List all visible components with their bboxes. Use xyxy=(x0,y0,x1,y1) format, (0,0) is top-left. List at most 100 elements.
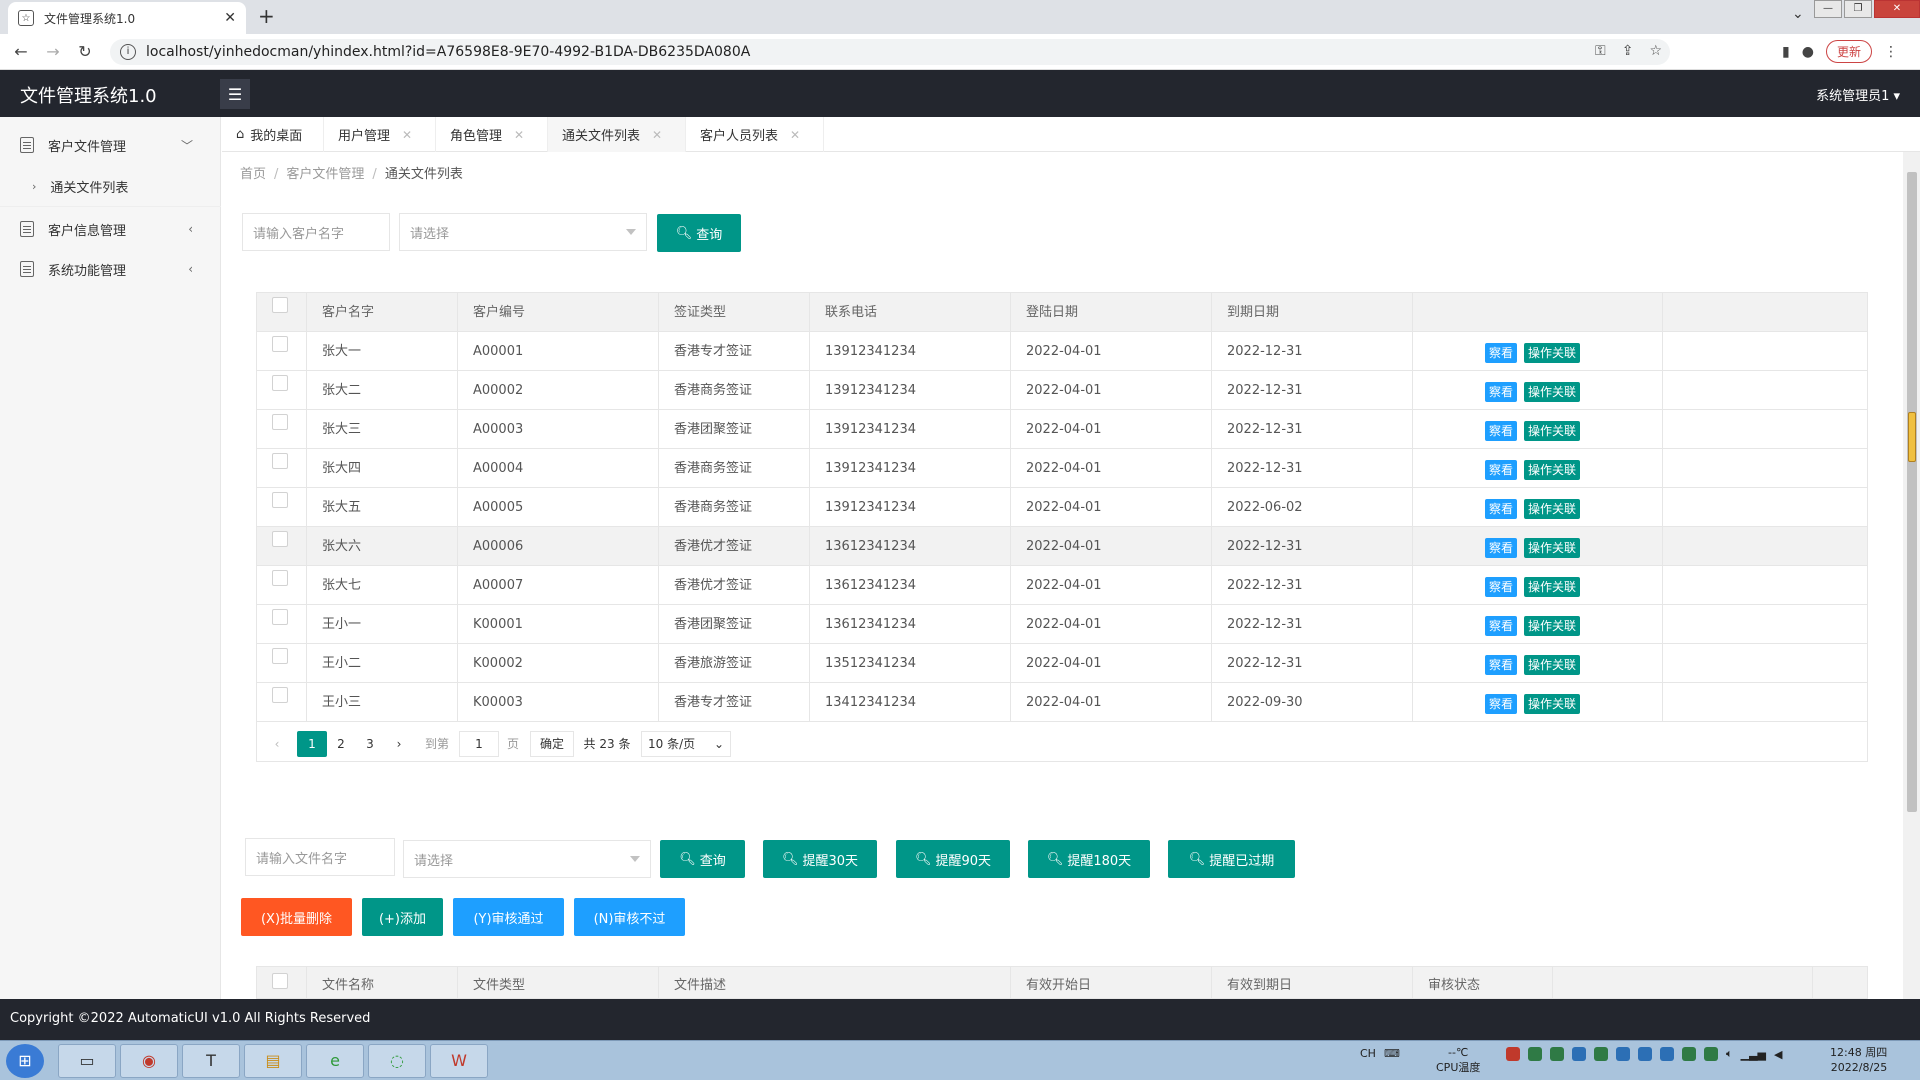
key-icon[interactable]: ⚿ xyxy=(1595,43,1606,59)
page-2[interactable]: 2 xyxy=(331,731,351,757)
minimize-icon[interactable]: — xyxy=(1814,0,1842,18)
row-checkbox[interactable] xyxy=(272,414,288,430)
reject-button[interactable]: (N)审核不过 xyxy=(574,898,685,936)
bluetooth-icon[interactable] xyxy=(1572,1047,1586,1061)
table-row[interactable]: 王小三 K00003 香港专才签证 13412341234 2022-04-01 2022… xyxy=(257,683,1867,722)
start-button[interactable]: ⊞ xyxy=(6,1044,44,1078)
share-icon[interactable]: ⇪ xyxy=(1622,43,1634,59)
profile-icon[interactable]: ● xyxy=(1802,44,1814,60)
ime-indicator[interactable]: CH xyxy=(1360,1047,1376,1060)
page-3[interactable]: 3 xyxy=(360,731,380,757)
tab-user-management[interactable]: 用户管理 ✕ xyxy=(324,117,436,152)
view-button[interactable]: 察看 xyxy=(1485,694,1518,714)
link-operation-button[interactable]: 操作关联 xyxy=(1524,538,1581,558)
tab-role-management[interactable]: 角色管理 ✕ xyxy=(436,117,548,152)
add-button[interactable]: (+)添加 xyxy=(362,898,443,936)
view-button[interactable]: 察看 xyxy=(1485,382,1518,402)
network-tray-icon[interactable] xyxy=(1616,1047,1630,1061)
site-info-icon[interactable]: i xyxy=(120,44,136,60)
signal-icon[interactable]: ▁▃▅ xyxy=(1741,1048,1766,1061)
table-row[interactable]: 张大二 A00002 香港商务签证 13912341234 2022-04-01 2022… xyxy=(257,371,1867,410)
link-operation-button[interactable]: 操作关联 xyxy=(1524,343,1581,363)
row-checkbox[interactable] xyxy=(272,609,288,625)
select-all-checkbox[interactable] xyxy=(272,297,288,313)
page-1[interactable]: 1 xyxy=(297,731,327,757)
window-close-icon[interactable]: ✕ xyxy=(1874,0,1920,18)
link-operation-button[interactable]: 操作关联 xyxy=(1524,616,1581,636)
wechat-tray-icon[interactable] xyxy=(1550,1047,1564,1061)
view-button[interactable]: 察看 xyxy=(1485,460,1518,480)
row-checkbox[interactable] xyxy=(272,336,288,352)
approve-button[interactable]: (Y)审核通过 xyxy=(453,898,564,936)
row-checkbox[interactable] xyxy=(272,687,288,703)
app-tray-icon[interactable] xyxy=(1682,1047,1696,1061)
keyboard-icon[interactable]: ⌨ xyxy=(1384,1047,1400,1060)
close-icon[interactable]: ✕ xyxy=(224,10,236,26)
next-page-icon[interactable]: › xyxy=(389,731,409,757)
speaker-icon[interactable]: 🔈︎ xyxy=(1726,1047,1733,1061)
table-row[interactable]: 张大五 A00005 香港商务签证 13912341234 2022-04-01 2022… xyxy=(257,488,1867,527)
table-row[interactable]: 张大七 A00007 香港优才签证 13612341234 2022-04-01 2022… xyxy=(257,566,1867,605)
customer-name-input[interactable]: 请输入客户名字 xyxy=(242,213,390,251)
row-checkbox[interactable] xyxy=(272,531,288,547)
table-row[interactable]: 张大三 A00003 香港团聚签证 13912341234 2022-04-01 2022… xyxy=(257,410,1867,449)
select-all-checkbox[interactable] xyxy=(272,973,288,989)
row-checkbox[interactable] xyxy=(272,453,288,469)
row-checkbox[interactable] xyxy=(272,570,288,586)
sidebar-item-system-functions[interactable]: 系统功能管理 ‹ xyxy=(0,249,221,289)
remind-180-days-button[interactable]: 🔍︎ 提醒180天 xyxy=(1028,840,1150,878)
volume-icon[interactable]: ◀︎ xyxy=(1774,1048,1782,1061)
forward-icon[interactable]: → xyxy=(38,42,68,61)
new-tab-icon[interactable]: + xyxy=(258,4,275,28)
per-page-select[interactable]: 10 条/页 ⌄ xyxy=(641,731,731,757)
back-icon[interactable]: ← xyxy=(6,42,36,61)
breadcrumb-customer-files[interactable]: 客户文件管理 xyxy=(286,167,364,182)
taskbar-app-browser[interactable]: e xyxy=(306,1044,364,1078)
remind-90-days-button[interactable]: 🔍︎ 提醒90天 xyxy=(896,840,1010,878)
sidebar-item-customer-files[interactable]: 客户文件管理 ﹀ xyxy=(0,125,221,165)
file-type-select[interactable]: 请选择 xyxy=(403,840,651,878)
view-button[interactable]: 察看 xyxy=(1485,499,1518,519)
browser-tab[interactable]: ☆ 文件管理系统1.0 ✕ xyxy=(8,2,246,34)
green-tray-icon[interactable] xyxy=(1528,1047,1542,1061)
taskbar-app-explorer[interactable]: ▤ xyxy=(244,1044,302,1078)
close-icon[interactable]: ✕ xyxy=(652,128,662,142)
taskbar-app-wechat[interactable]: ◌ xyxy=(368,1044,426,1078)
customer-query-button[interactable]: 🔍︎ 查询 xyxy=(657,214,741,252)
row-checkbox[interactable] xyxy=(272,648,288,664)
row-checkbox[interactable] xyxy=(272,375,288,391)
tab-customer-staff-list[interactable]: 客户人员列表 ✕ xyxy=(686,117,824,152)
batch-delete-button[interactable]: (X)批量删除 xyxy=(241,898,352,936)
link-operation-button[interactable]: 操作关联 xyxy=(1524,655,1581,675)
file-name-input[interactable]: 请输入文件名字 xyxy=(245,838,395,876)
scrollbar-thumb[interactable] xyxy=(1907,172,1917,812)
update-button[interactable]: 更新 xyxy=(1825,40,1872,63)
sidebar-item-customer-info[interactable]: 客户信息管理 ‹ xyxy=(0,209,221,249)
defender-icon[interactable] xyxy=(1704,1047,1718,1061)
table-row[interactable]: 王小一 K00001 香港团聚签证 13612341234 2022-04-01 2022… xyxy=(257,605,1867,644)
goto-page-input[interactable]: 1 xyxy=(459,731,499,757)
sidepanel-icon[interactable]: ▮ xyxy=(1782,44,1790,60)
goto-confirm-button[interactable]: 确定 xyxy=(530,731,574,757)
restore-icon[interactable]: ❐ xyxy=(1844,0,1872,18)
breadcrumb-home[interactable]: 首页 xyxy=(240,167,266,182)
close-icon[interactable]: ✕ xyxy=(790,128,800,142)
view-button[interactable]: 察看 xyxy=(1485,577,1518,597)
prev-page-icon[interactable]: ‹ xyxy=(267,731,287,757)
url-field[interactable]: i localhost/yinhedocman/yhindex.html?id=… xyxy=(110,39,1670,65)
star-icon[interactable]: ☆ xyxy=(1649,43,1662,59)
close-icon[interactable]: ✕ xyxy=(514,128,524,142)
link-operation-button[interactable]: 操作关联 xyxy=(1524,460,1581,480)
taskbar-app-files[interactable]: ▭ xyxy=(58,1044,116,1078)
taskbar-app-chrome[interactable]: ◉ xyxy=(120,1044,178,1078)
link-operation-button[interactable]: 操作关联 xyxy=(1524,577,1581,597)
taskbar-app-editor[interactable]: T xyxy=(182,1044,240,1078)
view-button[interactable]: 察看 xyxy=(1485,616,1518,636)
link-operation-button[interactable]: 操作关联 xyxy=(1524,382,1581,402)
file-query-button[interactable]: 🔍︎ 查询 xyxy=(660,840,745,878)
link-operation-button[interactable]: 操作关联 xyxy=(1524,421,1581,441)
visa-type-select[interactable]: 请选择 xyxy=(399,213,647,251)
view-button[interactable]: 察看 xyxy=(1485,343,1518,363)
taskbar-clock[interactable]: 12:48 周四 2022/8/25 xyxy=(1830,1045,1887,1075)
row-checkbox[interactable] xyxy=(272,492,288,508)
